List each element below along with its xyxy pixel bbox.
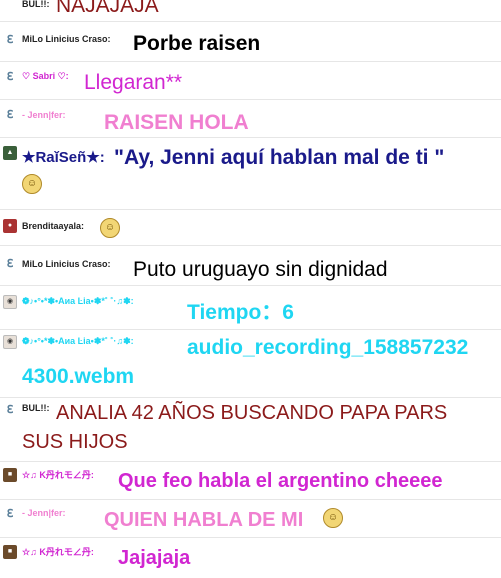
message-text: Puto uruguayo sin dignidad <box>133 258 388 281</box>
user-avatar-image: ◉ <box>3 335 17 349</box>
message-text: QUIEN HABLA DE MI <box>104 509 304 531</box>
message-text: Tiempo：6 <box>187 301 294 324</box>
globe-icon: ℇ <box>6 71 14 83</box>
globe-icon: ℇ <box>6 34 14 46</box>
globe-icon: ℇ <box>6 404 14 416</box>
message-nick[interactable]: ★RaǐSeñ★: <box>22 148 105 166</box>
message-text-continued: SUS HIJOS <box>22 431 128 453</box>
chat-message: ◉ ❁♪•°•*✽•Aиa Ŀia•✽*˚ ˚·♫✽: audio_record… <box>0 330 501 398</box>
user-avatar-image: ■ <box>3 468 17 482</box>
user-avatar-image: ■ <box>3 545 17 559</box>
message-text-continued: 4300.webm <box>22 365 135 388</box>
message-nick[interactable]: - Jenn|fer: <box>22 110 66 120</box>
chat-message: ℇ ♡ Sabri ♡: Llegaran** <box>0 62 501 100</box>
emoji-icon: ☺ <box>323 508 343 528</box>
message-nick[interactable]: MiLo Linicius Craso: <box>22 34 111 44</box>
emoji-icon: ☺ <box>22 174 42 194</box>
chat-message: ℇ MiLo Linicius Craso: Porbe raisen <box>0 22 501 62</box>
chat-message: ■ ☆♫ K丹れモ∠丹: Que feo habla el argentino … <box>0 462 501 500</box>
chat-log: BUL!!: NAJAJAJA ℇ MiLo Linicius Craso: P… <box>0 0 501 578</box>
message-text: "Ay, Jenni aquí hablan mal de ti " <box>114 146 445 169</box>
message-text: audio_recording_158857232 <box>187 336 469 359</box>
chat-message: ◉ ❁♪•°•*✽•Aиa Ŀia•✽*˚ ˚·♫✽: Tiempo：6 <box>0 286 501 330</box>
chat-message: ● Brenditaayala: ☺ <box>0 210 501 246</box>
chat-message: ℇ BUL!!: ANALIA 42 AÑOS BUSCANDO PAPA PA… <box>0 398 501 462</box>
user-avatar-image: ● <box>3 219 17 233</box>
chat-message: ▲ ★RaǐSeñ★: "Ay, Jenni aquí hablan mal d… <box>0 138 501 210</box>
user-avatar-image: ◉ <box>3 295 17 309</box>
message-nick[interactable]: ☆♫ K丹れモ∠丹: <box>22 545 94 558</box>
message-nick[interactable]: ❁♪•°•*✽•Aиa Ŀia•✽*˚ ˚·♫✽: <box>22 296 134 307</box>
message-text: Que feo habla el argentino cheeee <box>118 470 443 492</box>
message-nick[interactable]: MiLo Linicius Craso: <box>22 259 111 269</box>
message-text: Llegaran** <box>84 71 183 94</box>
message-nick[interactable]: ☆♫ K丹れモ∠丹: <box>22 468 94 481</box>
message-nick[interactable]: Brenditaayala: <box>22 221 84 231</box>
message-text: ANALIA 42 AÑOS BUSCANDO PAPA PARS <box>56 402 448 424</box>
chat-message: ℇ - Jenn|fer: RAISEN HOLA <box>0 100 501 138</box>
message-text: NAJAJAJA <box>56 0 159 17</box>
message-text: Jajajaja <box>118 547 191 569</box>
chat-message: BUL!!: NAJAJAJA <box>0 0 501 22</box>
globe-icon: ℇ <box>6 258 14 270</box>
chat-message: ■ ☆♫ K丹れモ∠丹: Jajajaja <box>0 538 501 578</box>
chat-message: ℇ - Jenn|fer: QUIEN HABLA DE MI ☺ <box>0 500 501 538</box>
message-nick[interactable]: - Jenn|fer: <box>22 508 66 518</box>
message-text: Porbe raisen <box>133 32 261 55</box>
emoji-icon: ☺ <box>100 218 120 238</box>
message-text: RAISEN HOLA <box>104 111 249 134</box>
globe-icon: ℇ <box>6 508 14 520</box>
user-avatar-image: ▲ <box>3 146 17 160</box>
message-nick[interactable]: ♡ Sabri ♡: <box>22 71 69 82</box>
message-nick[interactable]: BUL!!: <box>22 0 50 9</box>
globe-icon: ℇ <box>6 109 14 121</box>
message-nick[interactable]: BUL!!: <box>22 403 50 413</box>
message-nick[interactable]: ❁♪•°•*✽•Aиa Ŀia•✽*˚ ˚·♫✽: <box>22 336 134 347</box>
chat-message: ℇ MiLo Linicius Craso: Puto uruguayo sin… <box>0 246 501 286</box>
